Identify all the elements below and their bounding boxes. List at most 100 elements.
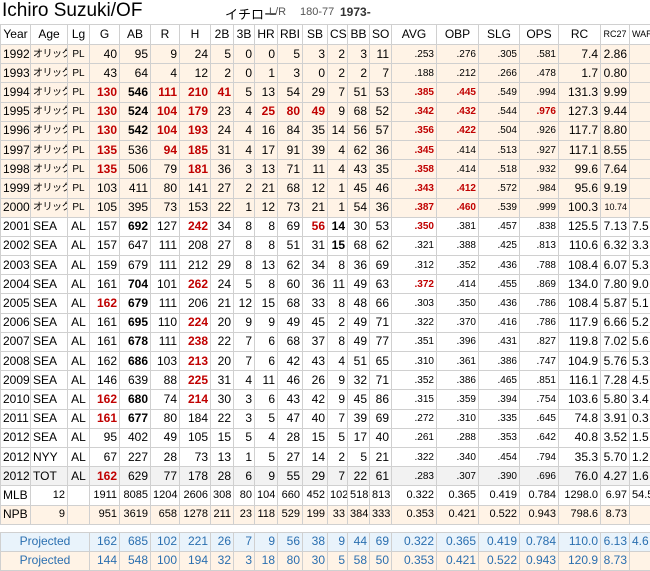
stat-runs-created: 117.7	[559, 121, 601, 140]
team-name: NYY	[31, 447, 68, 466]
stat-runs: 111	[151, 256, 180, 275]
career-war: 54.5	[630, 486, 650, 505]
stat-avg: .312	[392, 256, 437, 275]
stat-stolen-bases: 39	[303, 140, 328, 159]
stat-games: 159	[90, 256, 120, 275]
stat-rbi: 71	[278, 160, 303, 179]
stat-games: 157	[90, 236, 120, 255]
projected-obp: 0.421	[437, 551, 479, 570]
stat-hits: 105	[180, 428, 211, 447]
stat-triples: 8	[234, 236, 255, 255]
team-name: オリックス	[31, 83, 68, 102]
stat-at-bats: 686	[120, 352, 151, 371]
stat-doubles: 24	[211, 121, 234, 140]
stat-ops: .838	[520, 217, 559, 236]
projected-at-bats: 685	[120, 532, 151, 551]
stat-rc27: 0.80	[601, 64, 630, 83]
stat-rc27: 4.27	[601, 467, 630, 486]
stat-slg: .465	[479, 371, 520, 390]
projected-obp: 0.365	[437, 532, 479, 551]
stat-runs-created: 95.6	[559, 179, 601, 198]
career-rc27: 6.97	[601, 486, 630, 505]
stat-obp: .445	[437, 83, 479, 102]
stat-runs-created: 117.1	[559, 140, 601, 159]
stat-walks: 5	[348, 447, 370, 466]
column-header-year: Year	[1, 25, 31, 45]
stat-stolen-bases: 43	[303, 352, 328, 371]
season-year: 2012	[1, 467, 31, 486]
team-name: オリックス	[31, 102, 68, 121]
stat-games: 146	[90, 371, 120, 390]
stat-games: 161	[90, 313, 120, 332]
mlb-season-row: 2005SEAAL162679111206211215683384866.303…	[1, 294, 650, 313]
career-strikeouts: 333	[370, 505, 392, 524]
projected-walks: 44	[348, 532, 370, 551]
stat-games: 43	[90, 64, 120, 83]
stat-rc27: 7.80	[601, 275, 630, 294]
stat-doubles: 13	[211, 447, 234, 466]
career-rbi: 660	[278, 486, 303, 505]
stat-triples: 4	[234, 102, 255, 121]
projected-games: 144	[90, 551, 120, 570]
projected-slg: 0.522	[479, 551, 520, 570]
column-header-age: Age	[31, 25, 68, 45]
projected-walks: 58	[348, 551, 370, 570]
stat-home-runs: 9	[255, 467, 278, 486]
mlb-career-row: MLB1219118085120426063088010466045210251…	[1, 486, 650, 505]
career-runs-created: 798.6	[559, 505, 601, 524]
career-seasons: 9	[31, 505, 68, 524]
stat-ops: .788	[520, 256, 559, 275]
season-year: 2001	[1, 217, 31, 236]
projected-stolen-bases: 38	[303, 532, 328, 551]
league: AL	[68, 332, 90, 351]
league: AL	[68, 294, 90, 313]
stat-hits: 73	[180, 447, 211, 466]
stat-rbi: 43	[278, 390, 303, 409]
stat-ops: .747	[520, 352, 559, 371]
stat-slg: .394	[479, 390, 520, 409]
stat-doubles: 22	[211, 198, 234, 217]
stat-strikeouts: 36	[370, 140, 392, 159]
stat-runs: 111	[151, 294, 180, 313]
stat-runs: 127	[151, 217, 180, 236]
career-walks: 518	[348, 486, 370, 505]
stat-doubles: 2	[211, 64, 234, 83]
team-name: SEA	[31, 371, 68, 390]
stat-games: 130	[90, 121, 120, 140]
team-name: オリックス	[31, 179, 68, 198]
stat-strikeouts: 40	[370, 428, 392, 447]
stat-war	[630, 102, 650, 121]
stat-strikeouts: 21	[370, 447, 392, 466]
stat-war	[630, 140, 650, 159]
stat-runs-created: 35.3	[559, 447, 601, 466]
stat-ops: .478	[520, 64, 559, 83]
stat-rbi: 68	[278, 179, 303, 198]
projected-at-bats: 548	[120, 551, 151, 570]
stat-runs-created: 100.3	[559, 198, 601, 217]
season-year: 1999	[1, 179, 31, 198]
career-obp: 0.421	[437, 505, 479, 524]
career-rc27: 8.73	[601, 505, 630, 524]
stat-slg: .353	[479, 428, 520, 447]
stat-ops: .926	[520, 121, 559, 140]
stat-walks: 17	[348, 428, 370, 447]
npb-season-row: 1994オリックスPL13054611121041513542975153.38…	[1, 83, 650, 102]
league: AL	[68, 467, 90, 486]
stats-table-body: YearAgeLgGABRH2B3BHRRBISBCSBBSOAVGOBPSLG…	[1, 25, 650, 571]
league: AL	[68, 409, 90, 428]
column-header-hr: HR	[255, 25, 278, 45]
stat-home-runs: 8	[255, 275, 278, 294]
stat-runs-created: 131.3	[559, 83, 601, 102]
team-name: SEA	[31, 217, 68, 236]
stat-avg: .188	[392, 64, 437, 83]
projected-war: 4.6	[630, 532, 650, 551]
stat-war	[630, 160, 650, 179]
stat-doubles: 28	[211, 467, 234, 486]
league: AL	[68, 256, 90, 275]
stat-runs: 9	[151, 45, 180, 64]
team-name: オリックス	[31, 160, 68, 179]
stat-hits: 262	[180, 275, 211, 294]
npb-season-row: 1999オリックスPL1034118014127221681214546.343…	[1, 179, 650, 198]
stat-walks: 45	[348, 179, 370, 198]
stat-slg: .513	[479, 140, 520, 159]
